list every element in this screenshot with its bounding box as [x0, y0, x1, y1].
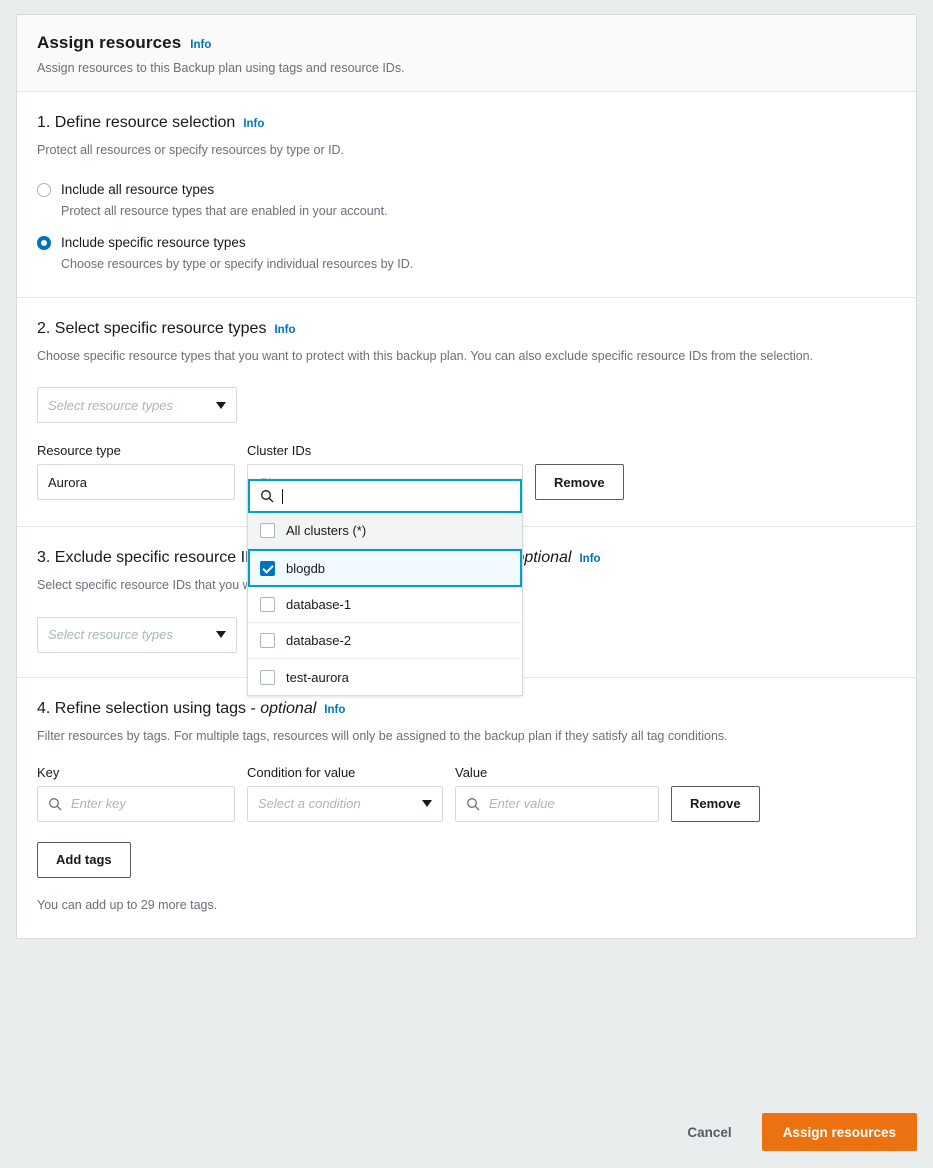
radio-include-all-resource-types[interactable]: Include all resource types Protect all r…	[37, 181, 896, 220]
remove-resource-type-column: Remove	[535, 443, 624, 501]
cluster-ids-column: Cluster IDs Choose resources	[247, 443, 523, 697]
tag-value-label: Value	[455, 764, 488, 780]
checkbox-icon-unchecked[interactable]	[260, 633, 275, 649]
form-footer: Cancel Assign resources	[0, 1096, 933, 1168]
tag-key-input[interactable]: Enter key	[37, 785, 235, 822]
radio-icon-unchecked[interactable]	[37, 183, 51, 198]
search-icon	[261, 490, 274, 503]
select-resource-types-placeholder-3: Select resource types	[48, 627, 174, 643]
checkbox-icon-unchecked[interactable]	[260, 597, 275, 613]
section4-title-text: 4. Refine selection using tags -	[37, 699, 261, 717]
add-tags-wrap: Add tags	[37, 841, 896, 878]
add-tags-button[interactable]: Add tags	[37, 841, 131, 878]
cancel-button[interactable]: Cancel	[677, 1117, 741, 1148]
remove-tag-button[interactable]: Remove	[671, 785, 760, 822]
section4-head: 4. Refine selection using tags - optiona…	[37, 700, 896, 718]
dropdown-option-database-1[interactable]: database-1	[248, 587, 522, 624]
radio-sublabel-include-all: Protect all resource types that are enab…	[61, 204, 388, 219]
resource-type-value: Aurora	[48, 474, 88, 490]
select-resource-types-placeholder-2: Select resource types	[48, 397, 174, 413]
resource-type-label: Resource type	[37, 443, 121, 459]
remove-resource-type-button[interactable]: Remove	[535, 464, 624, 501]
radio-label-include-specific: Include specific resource types	[61, 235, 246, 251]
section4-title: 4. Refine selection using tags - optiona…	[37, 700, 316, 718]
tag-value-input[interactable]: Enter value	[455, 785, 659, 822]
tag-condition-placeholder: Select a condition	[258, 796, 361, 812]
checkbox-icon-unchecked[interactable]	[260, 523, 275, 539]
resource-selection-radio-group: Include all resource types Protect all r…	[37, 181, 896, 273]
cluster-ids-label: Cluster IDs	[247, 443, 312, 459]
select-resource-types-dropdown-2[interactable]: Select resource types	[37, 387, 237, 424]
info-link-section3[interactable]: Info	[579, 553, 600, 565]
tag-key-label: Key	[37, 764, 60, 780]
info-link-section4[interactable]: Info	[324, 704, 345, 716]
radio-label-include-all: Include all resource types	[61, 182, 215, 198]
select-resource-types-dropdown-3[interactable]: Select resource types	[37, 616, 237, 653]
checkbox-icon-unchecked[interactable]	[260, 669, 275, 685]
chevron-down-icon	[216, 631, 226, 639]
radio-sublabel-include-specific: Choose resources by type or specify indi…	[61, 257, 414, 272]
dropdown-option-database-2[interactable]: database-2	[248, 623, 522, 660]
search-icon	[49, 797, 62, 811]
search-icon	[467, 797, 480, 811]
dropdown-option-label: database-2	[286, 633, 352, 649]
dropdown-option-all-clusters[interactable]: All clusters (*)	[248, 513, 522, 550]
tag-filter-row: Key Enter key Condition for value Select…	[37, 765, 896, 822]
card-subtitle: Assign resources to this Backup plan usi…	[37, 61, 405, 75]
section-define-resource-selection: 1. Define resource selection Info Protec…	[17, 92, 916, 299]
section4-description: Filter resources by tags. For multiple t…	[37, 728, 728, 743]
section2-title: 2. Select specific resource types	[37, 320, 267, 338]
section1-title: 1. Define resource selection	[37, 114, 236, 131]
resource-type-input[interactable]: Aurora	[37, 464, 235, 501]
section1-description: Protect all resources or specify resourc…	[37, 143, 345, 157]
dropdown-option-label: database-1	[286, 597, 352, 613]
text-cursor	[282, 488, 283, 504]
section1-head: 1. Define resource selection Info	[37, 114, 896, 132]
info-link-header[interactable]: Info	[190, 39, 211, 51]
radio-include-specific-resource-types[interactable]: Include specific resource types Choose r…	[37, 234, 896, 273]
section2-description: Choose specific resource types that you …	[37, 349, 814, 364]
card-title-row: Assign resources Info	[37, 33, 896, 53]
tag-key-column: Key Enter key	[37, 765, 235, 822]
section4-title-optional: optional	[260, 699, 317, 717]
resource-type-row: Resource type Aurora Cluster IDs Choose …	[37, 443, 896, 697]
section2-select-wrap: Select resource types	[37, 387, 896, 424]
tag-key-placeholder: Enter key	[71, 796, 126, 812]
tag-condition-select[interactable]: Select a condition	[247, 785, 443, 822]
checkbox-icon-checked[interactable]	[260, 560, 275, 576]
assign-resources-card: Assign resources Info Assign resources t…	[16, 14, 917, 939]
section2-head: 2. Select specific resource types Info	[37, 320, 896, 338]
remove-tag-column: Remove	[671, 765, 760, 822]
chevron-down-icon	[216, 401, 226, 409]
info-link-section2[interactable]: Info	[274, 324, 295, 336]
tag-value-placeholder: Enter value	[489, 796, 555, 812]
page-title: Assign resources	[37, 33, 182, 52]
dropdown-option-blogdb[interactable]: blogdb	[248, 549, 522, 588]
resource-type-column: Resource type Aurora	[37, 443, 235, 501]
dropdown-option-label: blogdb	[286, 560, 326, 576]
tag-value-column: Value Enter value	[455, 765, 659, 822]
dropdown-option-label: test-aurora	[286, 669, 349, 685]
info-link-section1[interactable]: Info	[243, 118, 264, 130]
dropdown-option-test-aurora[interactable]: test-aurora	[248, 659, 522, 696]
page-root: Assign resources Info Assign resources t…	[0, 0, 933, 1168]
cluster-ids-search-input[interactable]	[248, 479, 522, 514]
card-header: Assign resources Info Assign resources t…	[17, 15, 916, 92]
cluster-ids-dropdown-panel: All clusters (*) blogdb database-1 datab…	[247, 479, 523, 697]
tag-condition-label: Condition for value	[247, 764, 356, 780]
dropdown-option-label: All clusters (*)	[286, 523, 367, 539]
tags-help-text: You can add up to 29 more tags.	[37, 897, 218, 912]
chevron-down-icon	[422, 800, 432, 808]
section3-title-optional: optional	[515, 549, 572, 567]
section-select-specific-resource-types: 2. Select specific resource types Info C…	[17, 298, 916, 697]
radio-icon-checked[interactable]	[37, 236, 51, 251]
tag-condition-column: Condition for value Select a condition	[247, 765, 443, 822]
assign-resources-button[interactable]: Assign resources	[761, 1113, 917, 1151]
section-refine-selection-using-tags: 4. Refine selection using tags - optiona…	[17, 678, 916, 938]
